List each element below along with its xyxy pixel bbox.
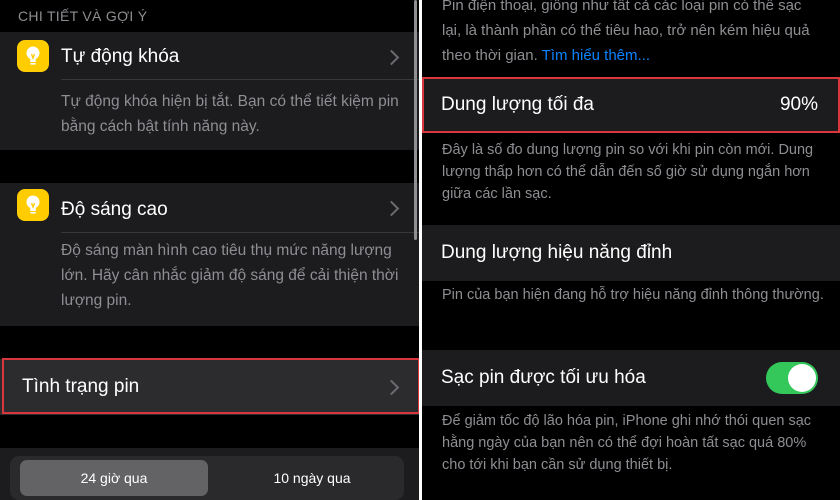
optimized-charging-toggle[interactable] <box>766 362 818 394</box>
lightbulb-icon <box>17 189 49 221</box>
high-brightness-title: Độ sáng cao <box>61 199 168 220</box>
highlight-box <box>2 358 420 414</box>
battery-suggestions-panel: CHI TIẾT VÀ GỢI Ý Tự động khóa Tự động k… <box>0 0 420 500</box>
max-capacity-description: Đây là số đo dung lượng pin so với khi p… <box>442 142 814 202</box>
separator <box>61 232 420 233</box>
section-header: CHI TIẾT VÀ GỢI Ý <box>18 8 148 24</box>
segment-10-days[interactable]: 10 ngày qua <box>220 460 404 496</box>
battery-health-panel: Pin điện thoại, giống như tất cả các loạ… <box>422 0 840 500</box>
high-brightness-card[interactable]: Độ sáng cao Độ sáng màn hình cao tiêu th… <box>0 183 420 326</box>
peak-performance-row: Dung lượng hiệu năng đỉnh <box>422 225 840 281</box>
battery-intro-text: Pin điện thoại, giống như tất cả các loạ… <box>442 0 822 68</box>
optimized-charging-row: Sạc pin được tối ưu hóa <box>422 350 840 406</box>
segment-24-hours[interactable]: 24 giờ qua <box>20 460 208 496</box>
learn-more-link[interactable]: Tìm hiểu thêm... <box>542 47 650 64</box>
highlight-box <box>422 77 840 133</box>
optimized-charging-title: Sạc pin được tối ưu hóa <box>441 367 646 388</box>
chevron-right-icon <box>383 49 400 66</box>
chevron-right-icon <box>383 200 400 217</box>
auto-lock-title: Tự động khóa <box>61 46 180 67</box>
optimized-charging-description: Để giảm tốc độ lão hóa pin, iPhone ghi n… <box>442 413 812 473</box>
auto-lock-description: Tự động khóa hiện bị tắt. Bạn có thể tiế… <box>61 93 399 135</box>
toggle-knob <box>788 364 816 392</box>
high-brightness-description: Độ sáng màn hình cao tiêu thụ mức năng l… <box>61 242 399 309</box>
scrollbar[interactable] <box>414 0 417 240</box>
auto-lock-card[interactable]: Tự động khóa Tự động khóa hiện bị tắt. B… <box>0 32 420 150</box>
usage-period-segmented-control: 24 giờ qua 10 ngày qua <box>10 456 404 500</box>
separator <box>61 79 420 80</box>
peak-performance-title: Dung lượng hiệu năng đỉnh <box>441 242 673 263</box>
peak-performance-description: Pin của bạn hiện đang hỗ trợ hiệu năng đ… <box>442 287 824 303</box>
lightbulb-icon <box>17 40 49 72</box>
